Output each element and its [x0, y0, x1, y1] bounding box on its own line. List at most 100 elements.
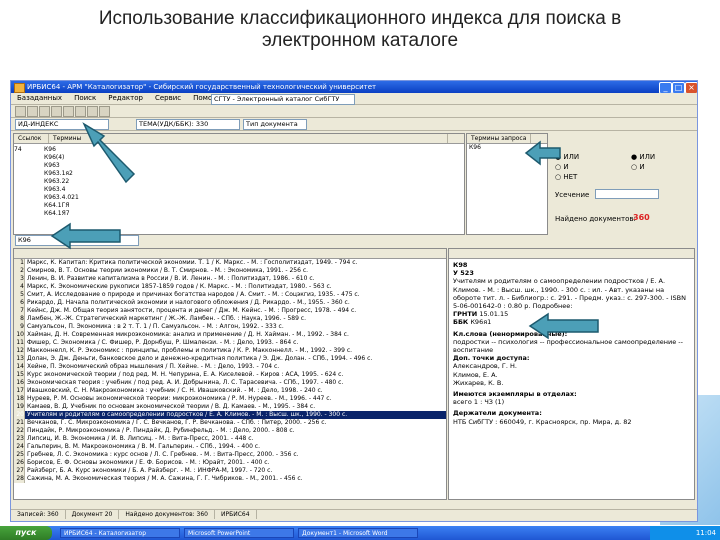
database-select[interactable]: СГТУ - Электронный каталог СибГТУ	[211, 94, 355, 105]
copies-label: Имеются экземпляры в отделах:	[453, 390, 577, 399]
result-row-number: 4	[14, 283, 25, 291]
search-mode-select[interactable]: ИД-ИНДЕКС	[15, 119, 109, 130]
truncation-select[interactable]	[595, 189, 659, 199]
dictionary-row[interactable]: К96(4)	[14, 154, 464, 162]
dictionary-row[interactable]: К963	[14, 162, 464, 170]
record-author: Александров, Г. Н.	[453, 362, 517, 371]
result-row-text: Кейнс, Дж. М. Общая теория занятости, пр…	[27, 307, 357, 314]
results-list: 1 Маркс, К. Капитал: Критика политической…	[14, 259, 446, 483]
menu-item-database[interactable]: Базаданных	[11, 93, 68, 103]
result-row-text: Ленин, В. И. Развитие капитализма в Росс…	[27, 275, 315, 282]
option-not[interactable]: ○ НЕТ	[555, 173, 577, 181]
result-row[interactable]: 7 Кейнс, Дж. М. Общая теория занятости, п…	[14, 307, 446, 315]
result-row[interactable]: 23 Липсиц, И. В. Экономика / И. В. Липсиц…	[14, 435, 446, 443]
result-row[interactable]: 9 Самуэльсон, П. Экономика : в 2 т. Т. 1 …	[14, 323, 446, 331]
result-row-text: Камаев, В. Д. Учебник по основам экономи…	[27, 403, 316, 410]
option-and[interactable]: ○ И	[555, 163, 569, 171]
copies-value: всего 1 : ЧЗ (1)	[453, 398, 505, 407]
result-row[interactable]: 5 Смит, А. Исследование о природе и причи…	[14, 291, 446, 299]
result-row[interactable]: 1 Маркс, К. Капитал: Критика политической…	[14, 259, 446, 267]
result-row-text: Маркс, К. Экономические рукописи 1857-18…	[27, 283, 332, 290]
record-content: К98 У 523 Учителям и родителям о самоопр…	[449, 259, 694, 428]
result-row-number: 27	[14, 467, 25, 475]
dictionary-row[interactable]: 74 К96	[14, 146, 464, 154]
result-row-text: Макконнелл, К. Р. Экономикс : принципы, …	[27, 347, 353, 354]
result-row[interactable]: 13 Долан, Э. Дж. Деньги, банковское дело …	[14, 355, 446, 363]
menu-item-editor[interactable]: Редактор	[102, 93, 149, 103]
bbk-label: ББК	[453, 318, 469, 327]
result-row[interactable]: 24 Гальперин, В. М. Макроэкономика / В. М…	[14, 443, 446, 451]
find-icon[interactable]	[87, 106, 98, 117]
found-label: Найдено документов:	[555, 215, 636, 223]
result-row-number: 23	[14, 435, 25, 443]
result-row-number: 25	[14, 451, 25, 459]
start-button[interactable]: пуск	[0, 526, 52, 540]
document-type-select[interactable]: Тип документа	[243, 119, 307, 130]
result-row[interactable]: 6 Рикардо, Д. Начала политической экономи…	[14, 299, 446, 307]
save-icon[interactable]	[39, 106, 50, 117]
status-found: Найдено документов: 360	[119, 510, 215, 519]
filter-icon[interactable]	[99, 106, 110, 117]
grnti-label: ГРНТИ	[453, 310, 478, 319]
result-row[interactable]: 11 Фишер, С. Экономика / С. Фишер, Р. Дор…	[14, 339, 446, 347]
result-row[interactable]: 28 Сажина, М. А. Экономическая теория / М…	[14, 475, 446, 483]
menu-item-search[interactable]: Поиск	[68, 93, 102, 103]
record-index-2: У 523	[453, 269, 474, 278]
search-term-select[interactable]: ТЕМА(УДК/ББК): 330	[136, 119, 240, 130]
result-row-text: Смит, А. Исследование о природе и причин…	[27, 291, 360, 298]
result-row[interactable]: 2 Смирнов, В. Т. Основы теории экономики …	[14, 267, 446, 275]
result-row[interactable]: 10 Хайман, Д. Н. Современная микроэкономи…	[14, 331, 446, 339]
taskbar-item[interactable]: Документ1 - Microsoft Word	[298, 528, 418, 538]
result-row[interactable]: 27 Райзберг, Б. А. Курс экономики / Б. А.…	[14, 467, 446, 475]
result-row[interactable]: 25 Гребнев, Л. С. Экономика : курс основ …	[14, 451, 446, 459]
result-row[interactable]: 14 Хейне, П. Экономический образ мышления…	[14, 363, 446, 371]
slide-title-line-2: электронном каталоге	[261, 30, 459, 51]
result-row-number: 19	[14, 403, 25, 411]
result-row-text: Борисов, Е. Ф. Основы экономики / Е. Ф. …	[27, 459, 270, 466]
option-right-or[interactable]: ● ИЛИ	[631, 153, 655, 161]
result-row[interactable]: 22 Пиндайк, Р. Микроэкономика / Р. Пиндай…	[14, 427, 446, 435]
copy-icon[interactable]	[63, 106, 74, 117]
dictionary-row[interactable]: К963.1я2	[14, 170, 464, 178]
taskbar-item[interactable]: ИРБИС64 - Каталогизатор	[60, 528, 180, 538]
result-row[interactable]: 26 Борисов, Е. Ф. Основы экономики / Е. Ф…	[14, 459, 446, 467]
paste-icon[interactable]	[75, 106, 86, 117]
record-header	[449, 249, 694, 259]
holders-value: НТБ СибГТУ : 660049, г. Красноярск, пр. …	[453, 417, 632, 426]
dictionary-row[interactable]: К963.4	[14, 186, 464, 194]
print-icon[interactable]	[51, 106, 62, 117]
result-row[interactable]: 12 Макконнелл, К. Р. Экономикс : принципы…	[14, 347, 446, 355]
result-row[interactable]: 3 Ленин, В. И. Развитие капитализма в Рос…	[14, 275, 446, 283]
new-icon[interactable]	[15, 106, 26, 117]
dictionary-row[interactable]: К64.1Я7	[14, 210, 464, 218]
menu-item-service[interactable]: Сервис	[149, 93, 187, 103]
result-row-text: Липсиц, И. В. Экономика / И. В. Липсиц. …	[27, 435, 254, 442]
query-term[interactable]: К96	[467, 144, 547, 152]
result-row[interactable]: 4 Маркс, К. Экономические рукописи 1857-1…	[14, 283, 446, 291]
result-row[interactable]: 17 Ивашковский, С. Н. Макроэкономика : уч…	[14, 387, 446, 395]
result-row-text: Ивашковский, С. Н. Макроэкономика : учеб…	[27, 387, 323, 394]
option-right-and[interactable]: ○ И	[631, 163, 645, 171]
result-row[interactable]: 15 Курс экономической теории / под ред. М…	[14, 371, 446, 379]
result-row-text: Курс экономической теории / под ред. М. …	[27, 371, 344, 378]
dictionary-header: Ссылок Термины	[14, 134, 464, 144]
result-row-text: Учителям и родителям о самоопределении п…	[27, 411, 348, 418]
result-row-number: 14	[14, 363, 25, 371]
option-or[interactable]: ● ИЛИ	[555, 153, 579, 161]
taskbar-item[interactable]: Microsoft PowerPoint	[184, 528, 294, 538]
result-row-number: 11	[14, 339, 25, 347]
dictionary-row[interactable]: К64.1ГЯ	[14, 202, 464, 210]
dictionary-input[interactable]: К96	[15, 235, 139, 246]
result-row[interactable]: 16 Экономическая теория : учебник / под р…	[14, 379, 446, 387]
result-row[interactable]: 18 Нуреев, Р. М. Основы экономической тео…	[14, 395, 446, 403]
result-row[interactable]: 8 Ламбен, Ж.-Ж. Стратегический маркетинг …	[14, 315, 446, 323]
result-row[interactable]: 19 Камаев, В. Д. Учебник по основам эконо…	[14, 403, 446, 411]
results-panel: 1 Маркс, К. Капитал: Критика политической…	[13, 248, 447, 500]
result-row[interactable]: 21 Вечканов, Г. С. Микроэкономика / Г. С.…	[14, 419, 446, 427]
result-row[interactable]: 20 Учителям и родителям о самоопределении…	[14, 411, 446, 419]
dictionary-col-term: Термины	[49, 134, 448, 143]
open-icon[interactable]	[27, 106, 38, 117]
result-row-text: Гальперин, В. М. Макроэкономика / В. М. …	[27, 443, 260, 450]
dictionary-row[interactable]: К963.22	[14, 178, 464, 186]
dictionary-row[interactable]: К963.4.021	[14, 194, 464, 202]
